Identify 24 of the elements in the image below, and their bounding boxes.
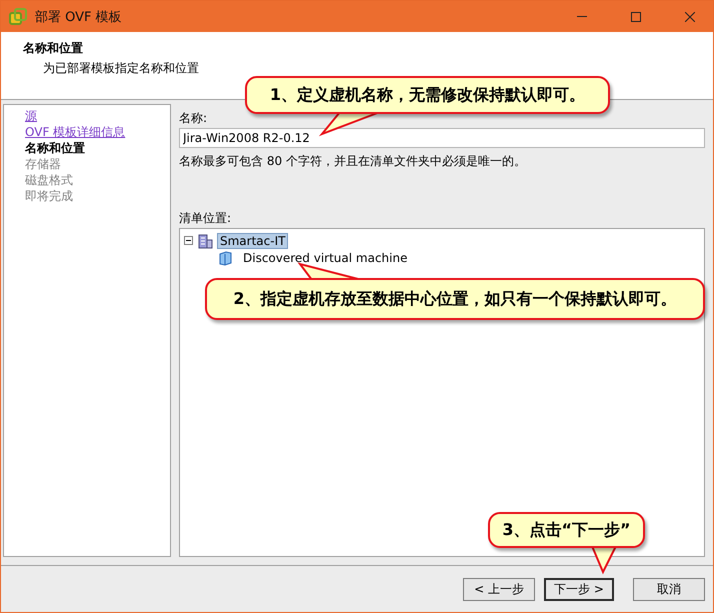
name-label: 名称: — [179, 110, 208, 127]
wizard-step[interactable]: 源 — [25, 108, 37, 124]
app-icon — [9, 8, 27, 26]
window-title: 部署 OVF 模板 — [35, 8, 123, 26]
wizard-step: 即将完成 — [25, 188, 73, 204]
tree-item[interactable]: Discovered virtual machine — [241, 250, 410, 264]
collapse-icon[interactable] — [184, 236, 193, 245]
wizard-step[interactable]: OVF 模板详细信息 — [25, 124, 126, 140]
tree-item[interactable]: Smartac-IT — [217, 232, 288, 248]
page-subtitle: 为已部署模板指定名称和位置 — [43, 60, 199, 77]
wizard-step: 名称和位置 — [25, 140, 85, 156]
minimize-icon — [577, 16, 587, 17]
wizard-button[interactable]: 取消 — [633, 578, 705, 600]
name-hint: 名称最多可包含 80 个字符，并且在清单文件夹中必须是唯一的。 — [179, 153, 526, 170]
page-title: 名称和位置 — [23, 40, 84, 57]
folder-icon — [218, 250, 233, 266]
wizard-button[interactable]: 下一步 > — [544, 578, 614, 600]
close-icon — [685, 12, 695, 22]
wizard-step: 存储器 — [25, 156, 61, 172]
wizard-step: 磁盘格式 — [25, 172, 73, 188]
inventory-label: 清单位置: — [179, 210, 232, 227]
wizard-button[interactable]: < 上一步 — [463, 578, 535, 600]
building-icon — [197, 232, 213, 248]
maximize-icon — [631, 12, 641, 22]
